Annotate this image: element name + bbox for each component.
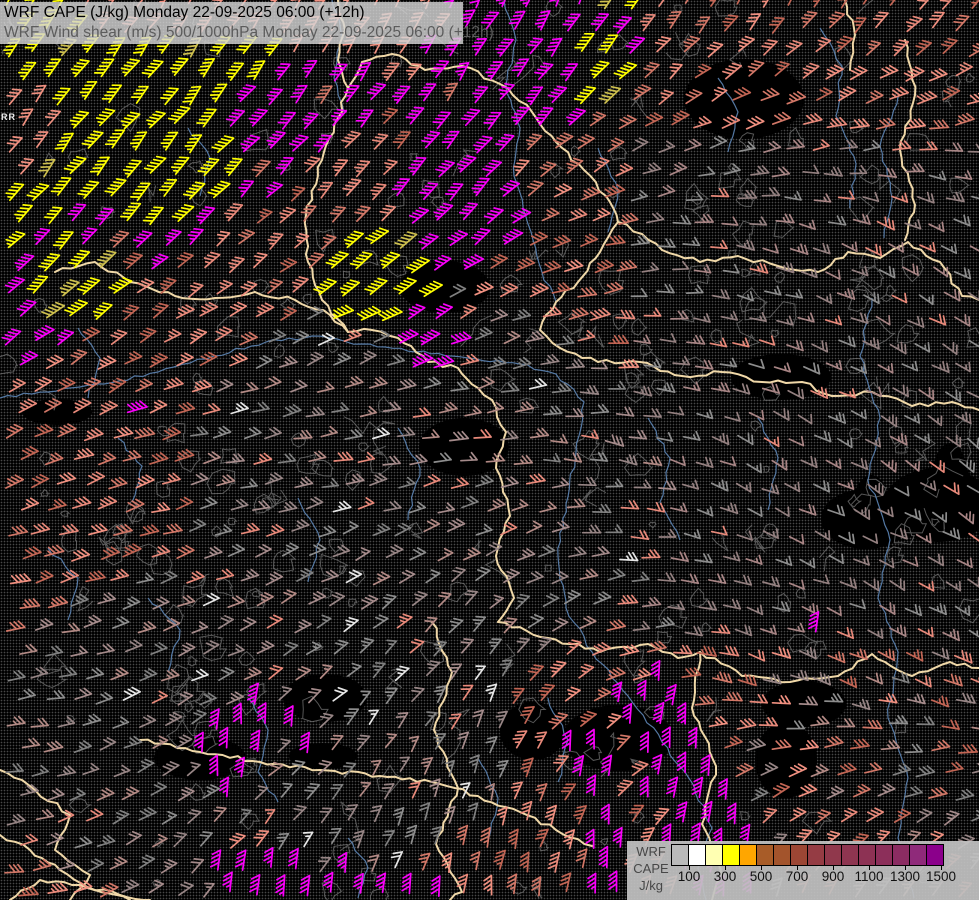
legend-color-box xyxy=(671,844,689,866)
legend-color-box xyxy=(824,844,842,866)
legend-colorbar xyxy=(671,844,944,866)
legend-color-box xyxy=(773,844,791,866)
legend-color-box xyxy=(909,844,927,866)
legend-color-box xyxy=(756,844,774,866)
legend-color-box xyxy=(739,844,757,866)
title-line-cape: WRF CAPE (J/kg) Monday 22-09-2025 06:00 … xyxy=(4,4,365,21)
legend-color-box xyxy=(790,844,808,866)
legend-color-box xyxy=(705,844,723,866)
legend-tick-label: 1500 xyxy=(925,869,957,884)
legend-color-box xyxy=(875,844,893,866)
cape-legend: WRF CAPE J/kg 100 300 500 700 900 1100 1300 150… xyxy=(627,841,979,900)
wind-barb-field xyxy=(0,0,979,900)
legend-color-box xyxy=(722,844,740,866)
title-overlay: WRF CAPE (J/kg) Monday 22-09-2025 06:00 … xyxy=(0,2,494,44)
legend-title: WRF CAPE J/kg xyxy=(633,843,669,894)
legend-color-box xyxy=(688,844,706,866)
legend-color-box xyxy=(841,844,859,866)
legend-color-box xyxy=(926,844,944,866)
legend-color-box xyxy=(807,844,825,866)
title-line-shear: WRF Wind shear (m/s) 500/1000hPa Monday … xyxy=(4,23,494,41)
legend-title-unit: J/kg xyxy=(639,878,663,893)
legend-title-model: WRF xyxy=(636,844,666,859)
legend-color-box xyxy=(892,844,910,866)
legend-color-box xyxy=(858,844,876,866)
map-canvas: RR WRF CAPE (J/kg) Monday 22-09-2025 06:… xyxy=(0,0,979,900)
legend-title-field: CAPE xyxy=(633,861,669,876)
weather-map-stage: RR WRF CAPE (J/kg) Monday 22-09-2025 06:… xyxy=(0,0,979,900)
map-region-label: RR xyxy=(1,112,16,122)
